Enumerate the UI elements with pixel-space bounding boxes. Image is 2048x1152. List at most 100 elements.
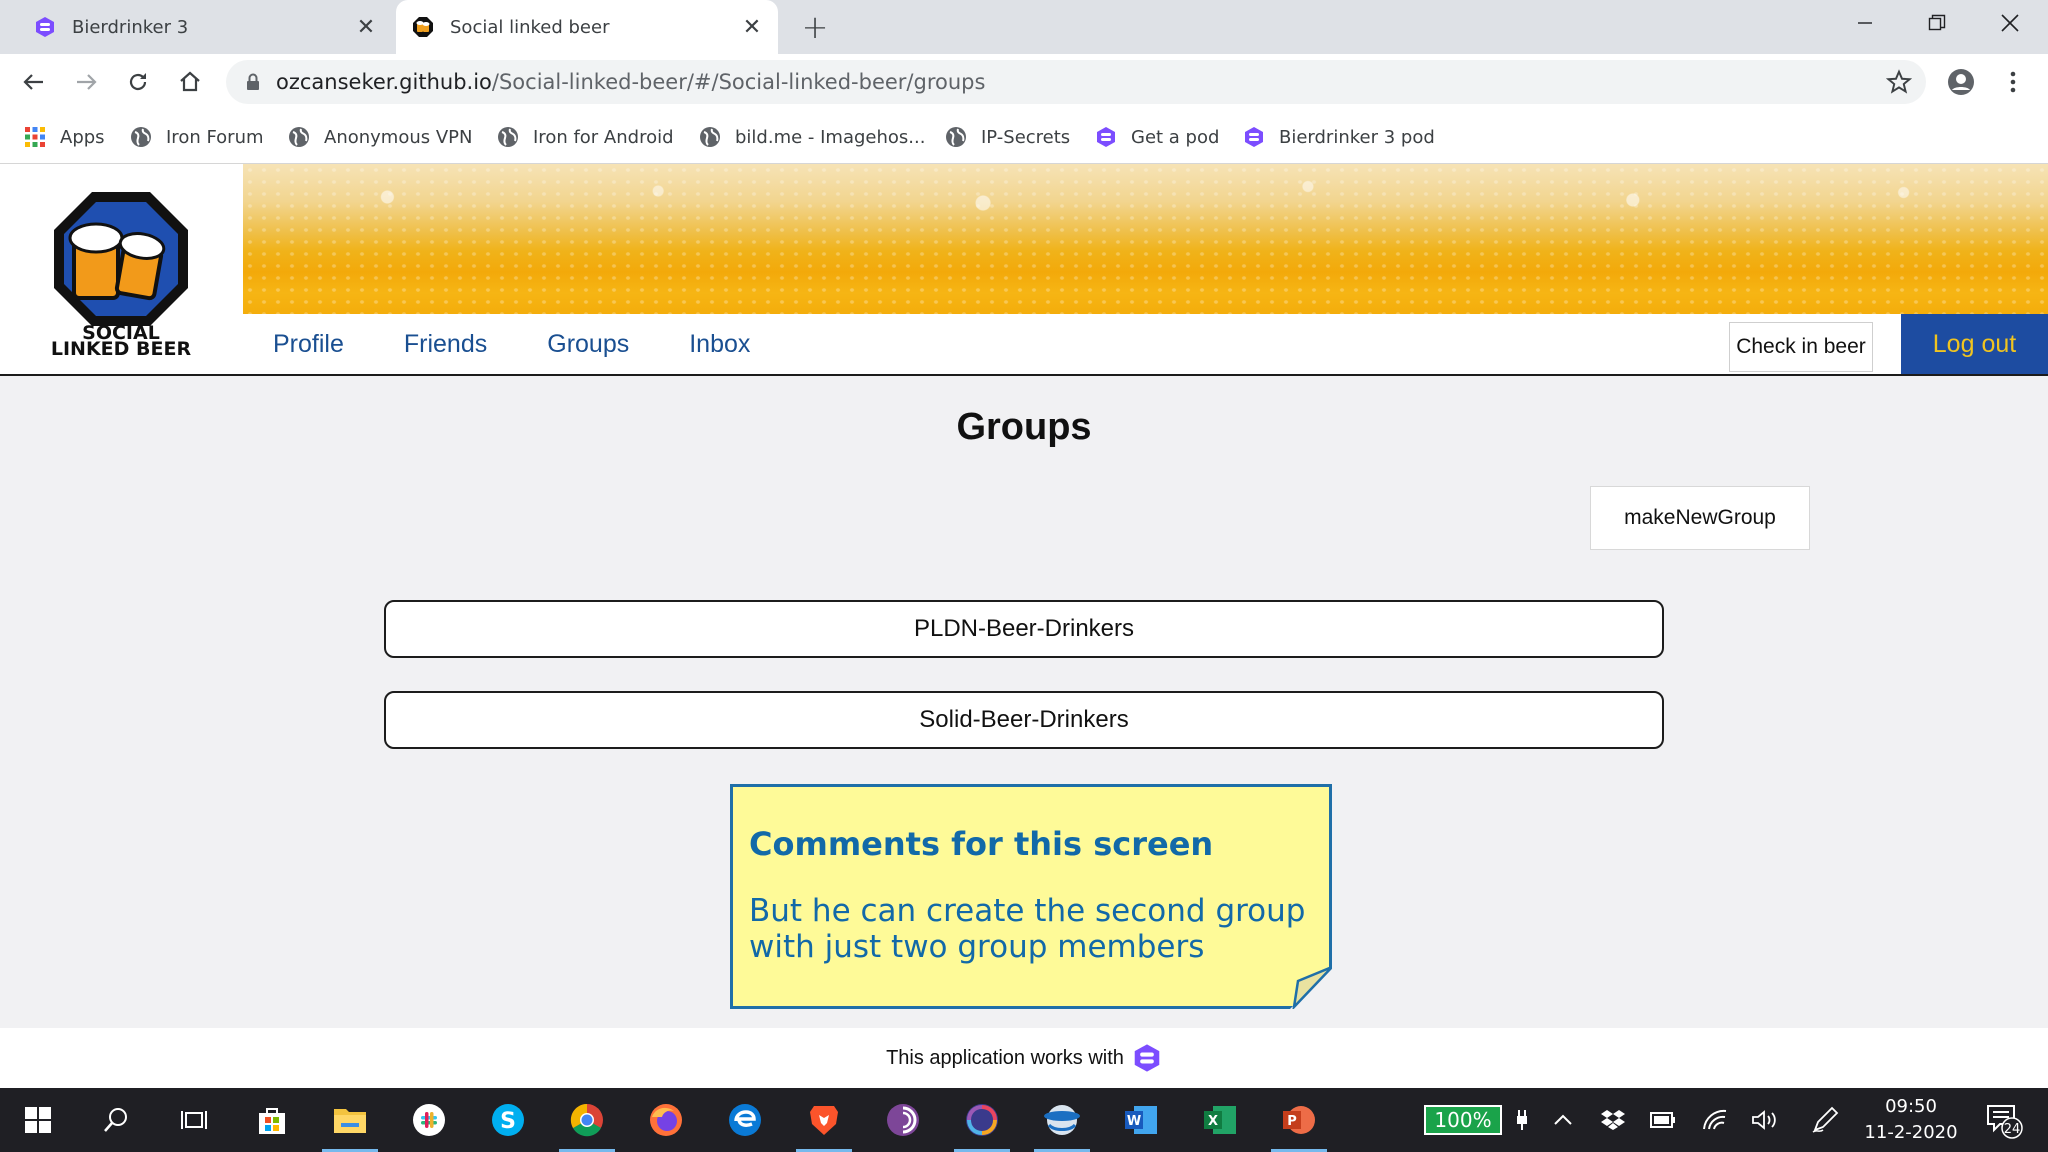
bookmark-get-a-pod[interactable]: Get a pod (1095, 122, 1219, 152)
forward-button[interactable] (66, 62, 106, 102)
globe-icon (131, 127, 151, 147)
globe-icon (700, 127, 720, 147)
new-tab-button[interactable]: + (798, 8, 832, 46)
footer-text: This application works with (886, 1046, 1124, 1069)
taskbar-slack[interactable] (407, 1098, 451, 1142)
tab-bierdrinker[interactable]: Bierdrinker 3 ✕ (18, 0, 392, 54)
group-item-solid-beer-drinkers[interactable]: Solid-Beer-Drinkers (384, 691, 1664, 749)
windows-taskbar: S W X P 100% 09:50 11-2-2020 24 (0, 1088, 2048, 1152)
taskbar-excel[interactable]: X (1198, 1098, 1242, 1142)
taskbar-word[interactable]: W (1119, 1098, 1163, 1142)
windows-logo-icon (25, 1107, 51, 1133)
notification-count: 24 (2004, 1122, 2021, 1137)
globe-browser-icon (1044, 1105, 1080, 1135)
powerpoint-icon: P (1283, 1106, 1315, 1134)
svg-text:W: W (1127, 1114, 1141, 1129)
close-icon[interactable]: ✕ (738, 13, 766, 41)
browser-tab-strip: Bierdrinker 3 ✕ Social linked beer ✕ + (0, 0, 2048, 54)
social-linked-beer-logo[interactable]: SOCIAL LINKED BEER (48, 188, 194, 356)
taskbar-store[interactable] (250, 1098, 294, 1142)
bookmark-iron-for-android[interactable]: Iron for Android (497, 122, 674, 152)
minimize-button[interactable] (1835, 0, 1895, 46)
nav-groups[interactable]: Groups (547, 330, 629, 359)
bookmark-star-icon[interactable] (1886, 69, 1912, 95)
footer: This application works with (0, 1028, 2048, 1088)
bookmark-apps[interactable]: Apps (24, 122, 105, 152)
brave-icon (810, 1106, 838, 1135)
tab-social-linked-beer[interactable]: Social linked beer ✕ (396, 0, 778, 54)
bookmark-iron-forum[interactable]: Iron Forum (130, 122, 264, 152)
clock-date: 11-2-2020 (1864, 1122, 1958, 1143)
taskbar-tor[interactable] (881, 1098, 925, 1142)
excel-icon: X (1204, 1106, 1236, 1134)
battery-percentage[interactable]: 100% (1424, 1105, 1502, 1135)
home-button[interactable] (170, 62, 210, 102)
wifi-icon[interactable] (1700, 1088, 1730, 1152)
lock-icon (247, 73, 259, 90)
taskbar-firefox[interactable] (644, 1098, 688, 1142)
group-item-pldn-beer-drinkers[interactable]: PLDN-Beer-Drinkers (384, 600, 1664, 658)
bookmark-label: Apps (60, 126, 105, 148)
bookmark-ip-secrets[interactable]: IP-Secrets (945, 122, 1070, 152)
taskbar-file-explorer[interactable] (322, 1098, 378, 1152)
volume-icon[interactable] (1750, 1088, 1780, 1152)
system-clock[interactable]: 09:50 11-2-2020 (1856, 1094, 1966, 1146)
bookmark-label: Anonymous VPN (324, 126, 473, 148)
close-window-button[interactable] (1980, 0, 2040, 46)
account-icon (1948, 69, 1974, 95)
tab-title: Social linked beer (450, 16, 610, 38)
back-arrow-icon (23, 74, 43, 90)
note-title: Comments for this screen (749, 825, 1214, 863)
task-view-button[interactable] (172, 1098, 216, 1142)
bookmark-label: Iron for Android (533, 126, 674, 148)
notification-icon: 24 (1987, 1105, 2023, 1139)
show-hidden-icons-chevron[interactable] (1548, 1088, 1578, 1152)
restore-button[interactable] (1907, 0, 1967, 46)
minimize-icon (1858, 22, 1872, 24)
taskbar-brave[interactable] (796, 1098, 852, 1152)
bookmark-anonymous-vpn[interactable]: Anonymous VPN (288, 122, 472, 152)
taskbar-edge[interactable] (723, 1098, 767, 1142)
browser-menu-button[interactable] (1993, 62, 2033, 102)
store-icon (259, 1108, 285, 1134)
svg-text:P: P (1287, 1114, 1297, 1129)
taskbar-chrome[interactable] (559, 1098, 615, 1152)
swirl-app-icon (966, 1104, 998, 1136)
nav-profile[interactable]: Profile (273, 330, 344, 359)
logout-button[interactable]: Log out (1901, 314, 2048, 374)
solid-icon (36, 17, 54, 37)
reload-button[interactable] (118, 62, 158, 102)
battery-status-icon[interactable] (1648, 1088, 1678, 1152)
forward-arrow-icon (77, 74, 97, 90)
taskbar-search-button[interactable] (94, 1098, 138, 1142)
dropbox-icon[interactable] (1598, 1088, 1628, 1152)
solid-icon (1245, 127, 1263, 147)
taskbar-swirl-app[interactable] (954, 1098, 1010, 1152)
action-center-button[interactable]: 24 (1978, 1088, 2028, 1152)
nav-inbox[interactable]: Inbox (689, 330, 750, 359)
taskbar-skype[interactable]: S (486, 1098, 530, 1142)
taskbar-powerpoint[interactable]: P (1271, 1098, 1327, 1152)
globe-icon (289, 127, 309, 147)
taskbar-browser-globe[interactable] (1034, 1098, 1090, 1152)
beer-foam-banner (243, 164, 2048, 314)
solid-icon[interactable] (1132, 1043, 1162, 1073)
bookmark-bierdrinker-pod[interactable]: Bierdrinker 3 pod (1243, 122, 1435, 152)
tor-browser-icon (887, 1104, 919, 1136)
note-body: But he can create the second group with … (749, 893, 1315, 965)
make-new-group-button[interactable]: makeNewGroup (1590, 486, 1810, 550)
svg-text:S: S (500, 1109, 516, 1134)
pen-workspace-icon[interactable] (1808, 1088, 1842, 1152)
start-button[interactable] (16, 1098, 60, 1142)
nav-friends[interactable]: Friends (404, 330, 487, 359)
check-in-beer-button[interactable]: Check in beer (1729, 322, 1873, 372)
page-curl-icon (1290, 967, 1332, 1009)
back-button[interactable] (14, 62, 54, 102)
firefox-icon (650, 1104, 682, 1136)
comment-sticky-note: Comments for this screen But he can crea… (730, 784, 1332, 1009)
bookmark-label: Get a pod (1131, 126, 1220, 148)
bookmark-bild-me[interactable]: bild.me - Imagehos... (699, 122, 925, 152)
url-bar[interactable]: ozcanseker.github.io/Social-linked-beer/… (226, 60, 1926, 104)
profile-button[interactable] (1941, 62, 1981, 102)
close-icon[interactable]: ✕ (352, 13, 380, 41)
